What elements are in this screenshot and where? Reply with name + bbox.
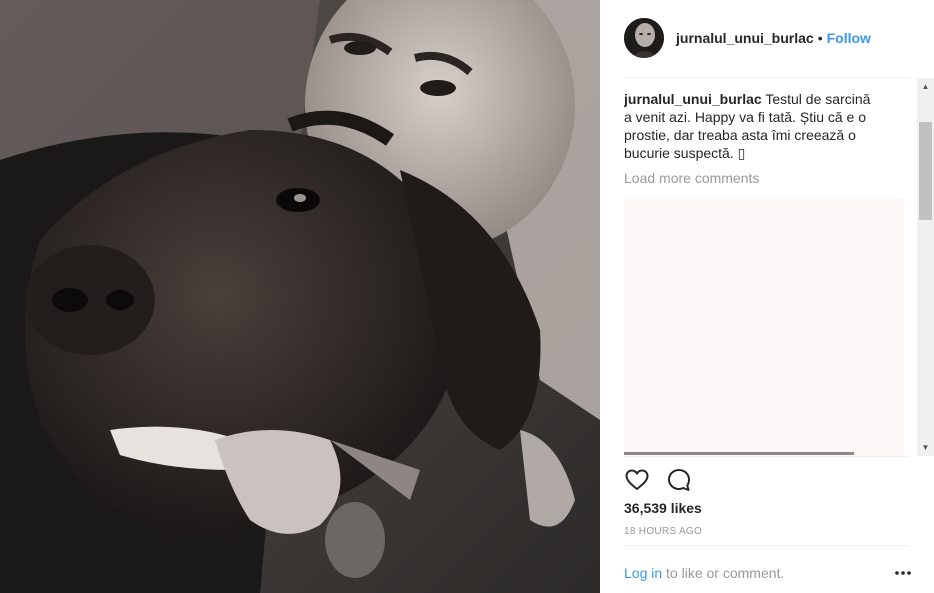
comment-button[interactable] (666, 467, 692, 493)
comments-area[interactable]: jurnalul_unui_burlac Testul de sarcină a… (624, 78, 920, 456)
scroll-up-arrow-icon[interactable]: ▲ (917, 78, 934, 95)
login-suffix: to like or comment. (662, 565, 785, 581)
like-button[interactable] (624, 467, 650, 493)
post-photo-image (0, 0, 600, 593)
more-options-button[interactable] (894, 567, 912, 579)
footer-divider (624, 545, 910, 546)
post-photo[interactable] (0, 0, 600, 593)
follow-button[interactable]: Follow (827, 30, 871, 46)
login-prompt: Log in to like or comment. (624, 565, 784, 581)
scroll-down-arrow-icon[interactable]: ▼ (917, 439, 934, 456)
login-link[interactable]: Log in (624, 565, 662, 581)
avatar[interactable] (624, 18, 664, 58)
caption-username[interactable]: jurnalul_unui_burlac (624, 91, 762, 107)
separator-dot: • (817, 30, 823, 46)
load-more-comments-button[interactable]: Load more comments (624, 170, 920, 186)
comments-scrollbar[interactable]: ▲ ▼ (917, 78, 934, 456)
post-timestamp[interactable]: 18 HOURS AGO (624, 526, 702, 537)
header-username[interactable]: jurnalul_unui_burlac (676, 30, 814, 46)
comment-bubble-icon (668, 469, 690, 491)
heart-icon (625, 469, 649, 490)
action-bar (624, 466, 708, 494)
more-options-icon (895, 571, 911, 575)
likes-count[interactable]: 36,539 likes (624, 500, 702, 516)
scrollbar-thumb[interactable] (919, 122, 932, 220)
comments-divider (624, 456, 910, 457)
caption: jurnalul_unui_burlac Testul de sarcină a… (624, 90, 879, 162)
avatar-image (624, 18, 664, 58)
post-header: jurnalul_unui_burlac • Follow (600, 0, 934, 76)
comments-placeholder (624, 198, 904, 456)
